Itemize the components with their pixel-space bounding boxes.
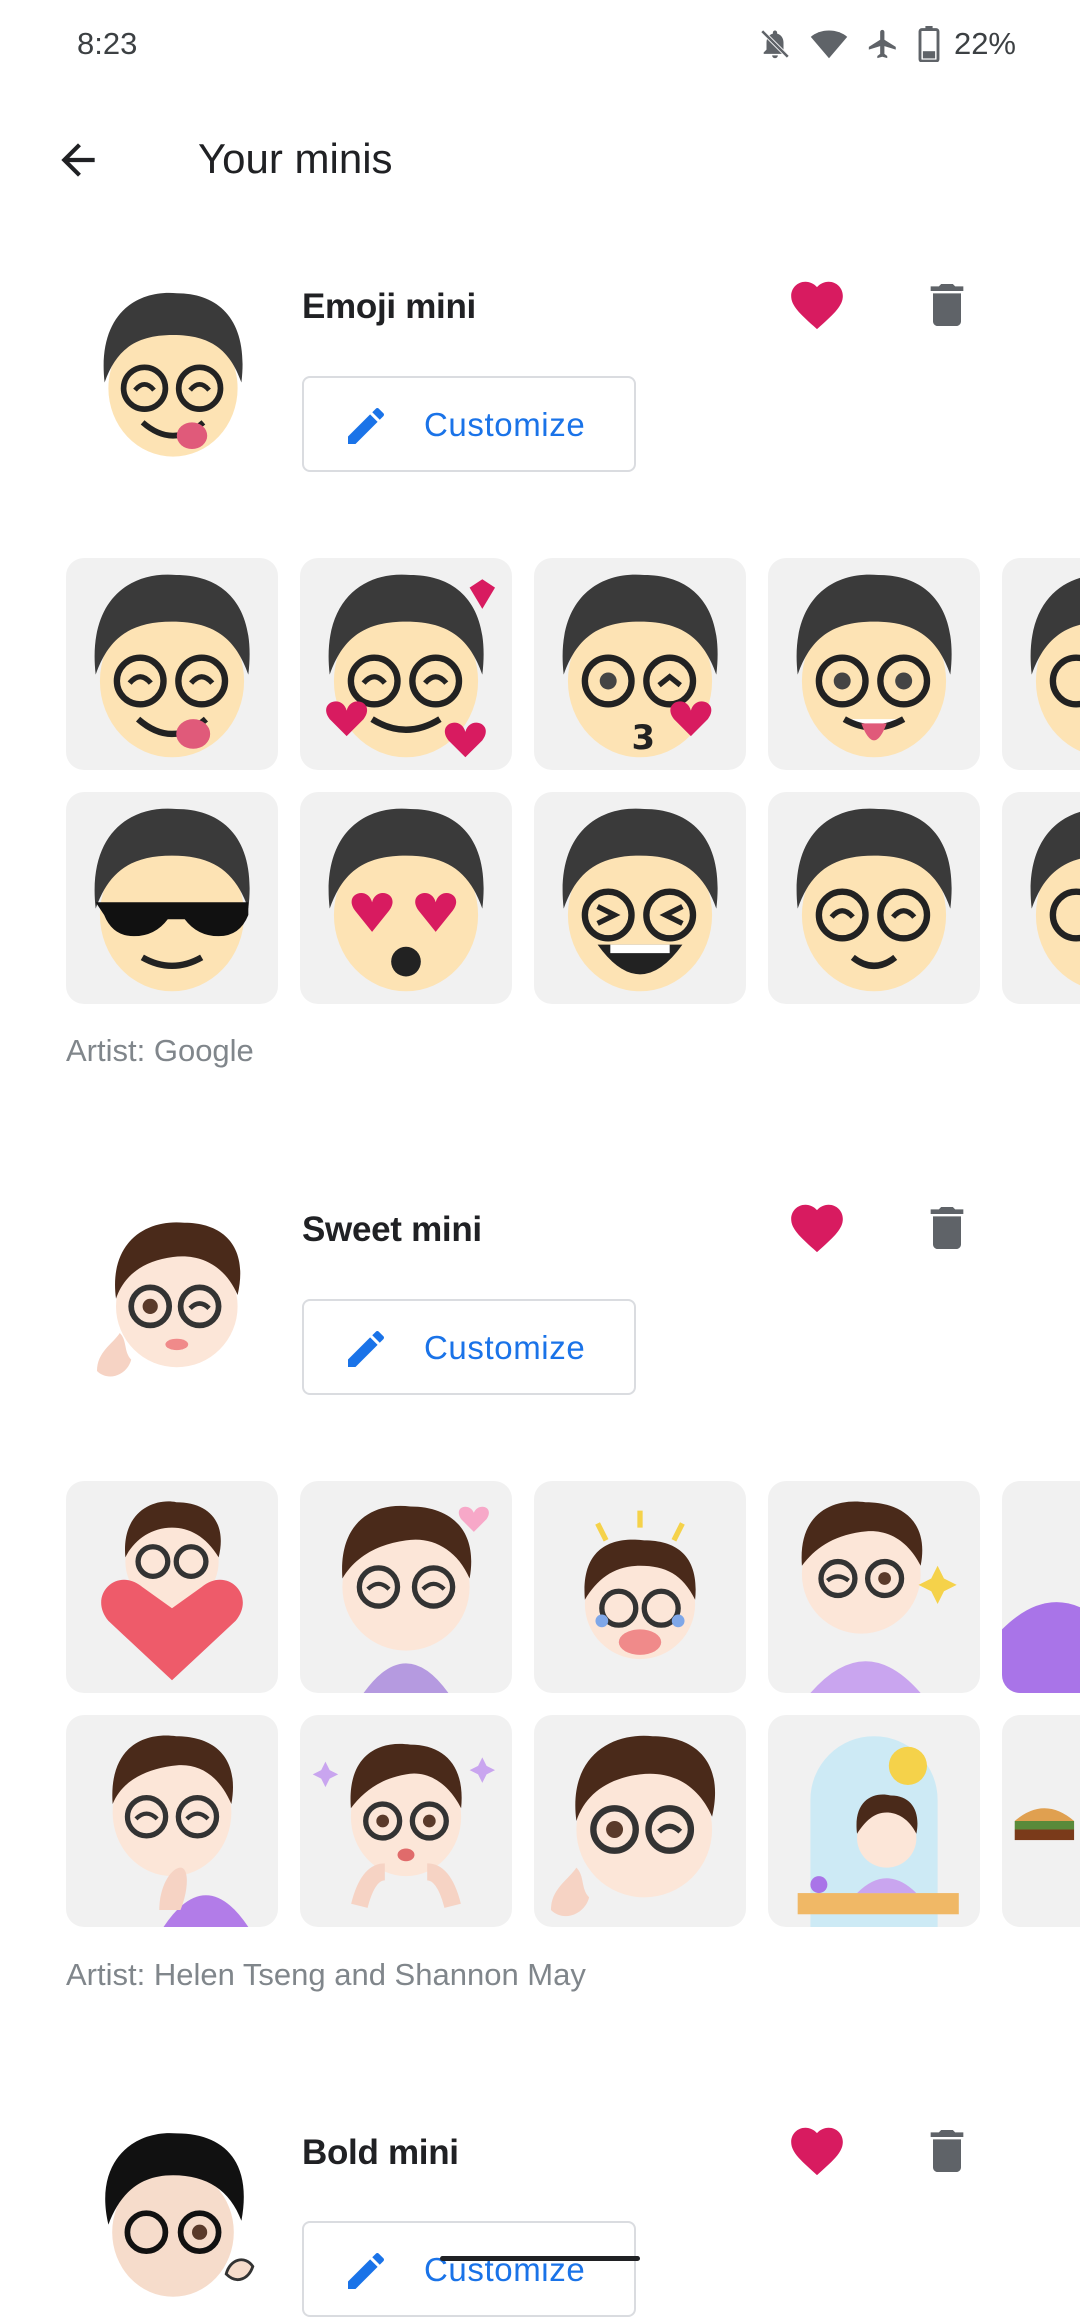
app-bar: Your minis xyxy=(0,100,1080,220)
airplane-icon xyxy=(866,27,900,61)
emoji-mini-avatar xyxy=(103,292,243,457)
sticker-row xyxy=(66,1715,1080,1927)
sticker-tile[interactable] xyxy=(768,558,980,770)
artist-credit: Artist: Google xyxy=(66,1033,254,1068)
artist-credit: Artist: Helen Tseng and Shannon May xyxy=(66,1957,586,1992)
bold-mini-avatar xyxy=(105,2133,255,2297)
back-button[interactable] xyxy=(40,122,116,198)
status-icons: 22% xyxy=(758,22,1016,66)
sticker-tile[interactable] xyxy=(534,1715,746,1927)
sticker-tile[interactable] xyxy=(534,1481,746,1693)
delete-button[interactable] xyxy=(912,270,982,340)
status-bar: 8:23 22% xyxy=(0,0,1080,90)
sticker-tile[interactable] xyxy=(300,1715,512,1927)
sticker-row xyxy=(66,1481,1080,1693)
battery-icon xyxy=(918,26,940,62)
sticker-tile[interactable] xyxy=(66,1481,278,1693)
sticker-tile[interactable] xyxy=(768,792,980,1004)
sticker-tile[interactable] xyxy=(534,792,746,1004)
page-title: Your minis xyxy=(198,135,393,182)
battery-percentage: 22% xyxy=(953,26,1016,61)
trash-icon xyxy=(930,284,964,326)
mini-name: Emoji mini xyxy=(302,287,476,326)
wifi-icon xyxy=(810,27,848,61)
trash-icon xyxy=(930,1207,964,1249)
customize-label: Customize xyxy=(424,1329,586,1366)
heart-icon xyxy=(791,2127,843,2176)
sticker-tile[interactable] xyxy=(1002,1481,1080,1693)
home-indicator[interactable] xyxy=(440,2256,640,2261)
favorite-button[interactable] xyxy=(782,270,852,340)
sticker-tile[interactable] xyxy=(66,1715,278,1927)
mini-name: Bold mini xyxy=(302,2133,459,2172)
sticker-tile[interactable] xyxy=(1002,558,1080,770)
sticker-tile[interactable]: 3 xyxy=(534,558,746,770)
sticker-row: 3 xyxy=(66,558,1080,770)
sticker-tile[interactable] xyxy=(300,1481,512,1693)
back-arrow-icon xyxy=(61,143,95,177)
favorite-button[interactable] xyxy=(782,2116,852,2186)
favorite-button[interactable] xyxy=(782,1193,852,1263)
pencil-icon xyxy=(348,407,385,444)
sticker-tile[interactable] xyxy=(768,1715,980,1927)
sticker-row xyxy=(66,792,1080,1004)
bell-off-icon xyxy=(758,27,792,61)
sticker-tile[interactable] xyxy=(1002,792,1080,1004)
svg-text:3: 3 xyxy=(632,718,656,757)
sticker-tile[interactable] xyxy=(66,558,278,770)
heart-icon xyxy=(791,1204,843,1253)
trash-icon xyxy=(930,2130,964,2172)
sticker-tile[interactable] xyxy=(66,792,278,1004)
sticker-tile[interactable] xyxy=(1002,1715,1080,1927)
mini-name: Sweet mini xyxy=(302,1210,482,1249)
customize-label: Customize xyxy=(424,406,586,443)
customize-button[interactable]: Customize xyxy=(302,1299,636,1395)
sticker-tile[interactable] xyxy=(300,558,512,770)
status-time: 8:23 xyxy=(77,26,138,61)
delete-button[interactable] xyxy=(912,1193,982,1263)
customize-button[interactable]: Customize xyxy=(302,2221,636,2317)
customize-button[interactable]: Customize xyxy=(302,376,636,472)
heart-icon xyxy=(791,281,843,330)
pencil-icon xyxy=(348,2252,385,2289)
sticker-tile[interactable] xyxy=(768,1481,980,1693)
pencil-icon xyxy=(348,1330,385,1367)
sweet-mini-avatar xyxy=(97,1222,241,1377)
delete-button[interactable] xyxy=(912,2116,982,2186)
sticker-tile[interactable] xyxy=(300,792,512,1004)
